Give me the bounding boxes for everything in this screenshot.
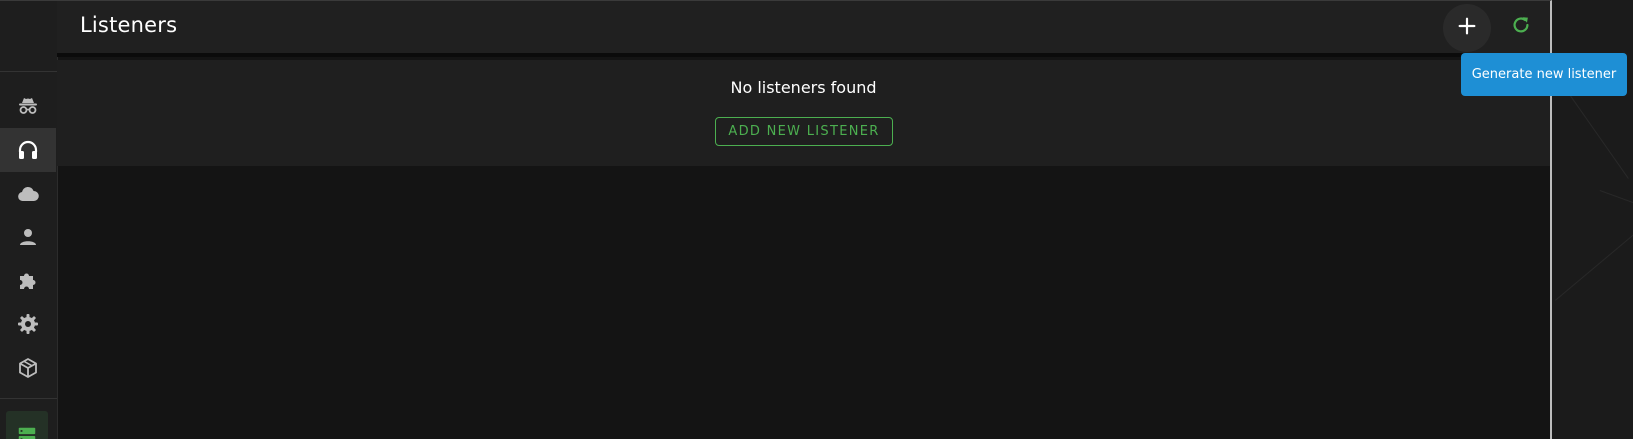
content-area [57, 166, 1550, 439]
package-icon [16, 356, 40, 380]
user-icon [16, 225, 40, 249]
sidebar-item-users[interactable] [0, 215, 56, 259]
plus-icon [1456, 15, 1478, 41]
app-window: Listeners No listeners found ADD NEW LIS… [0, 0, 1552, 439]
empty-state-panel: No listeners found ADD NEW LISTENER [57, 60, 1550, 166]
refresh-icon [1510, 14, 1532, 40]
gear-icon [16, 312, 40, 336]
sidebar-item-settings[interactable] [0, 302, 56, 346]
sidebar-item-listeners[interactable] [0, 128, 56, 172]
headphones-icon [16, 138, 40, 162]
sidebar-item-server[interactable] [6, 411, 48, 439]
puzzle-icon [16, 269, 40, 293]
sidebar [0, 1, 58, 439]
server-icon [16, 425, 38, 439]
empty-state-message: No listeners found [730, 78, 877, 97]
tooltip: Generate new listener [1461, 53, 1627, 96]
page-title: Listeners [80, 13, 178, 37]
sidebar-item-agents[interactable] [0, 84, 56, 128]
sidebar-divider [0, 398, 57, 399]
incognito-icon [16, 94, 40, 118]
sidebar-item-cloud[interactable] [0, 172, 56, 216]
refresh-button[interactable] [1503, 9, 1539, 45]
top-bar: Listeners [57, 1, 1550, 57]
add-new-listener-button[interactable]: ADD NEW LISTENER [715, 117, 893, 146]
sidebar-item-plugins[interactable] [0, 259, 56, 303]
sidebar-divider [0, 71, 57, 72]
add-listener-icon-button[interactable] [1443, 4, 1491, 52]
sidebar-item-packages[interactable] [0, 346, 56, 390]
cloud-icon [16, 182, 40, 206]
